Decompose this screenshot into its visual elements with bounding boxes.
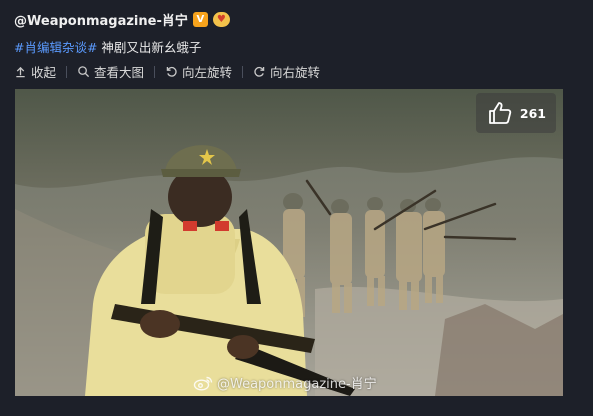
rotate-right-icon xyxy=(254,66,265,77)
post-content: #肖编辑杂谈# 神剧又出新幺蛾子 xyxy=(14,37,201,56)
post-header: @Weaponmagazine-肖宁 V ♥ xyxy=(14,10,230,29)
weibo-post: @Weaponmagazine-肖宁 V ♥ #肖编辑杂谈# 神剧又出新幺蛾子 … xyxy=(0,0,593,416)
rotate-right-label: 向右旋转 xyxy=(270,65,321,80)
fan-badge-icon: ♥ xyxy=(212,12,230,27)
image-watermark: @Weaponmagazine-肖宁 xyxy=(193,373,377,392)
like-badge[interactable]: 261 xyxy=(475,93,556,133)
divider xyxy=(242,65,244,78)
like-count: 261 xyxy=(519,105,546,121)
verified-badge: V xyxy=(192,12,208,27)
author-name[interactable]: @Weaponmagazine-肖宁 xyxy=(14,10,188,29)
view-large-button[interactable]: 查看大图 xyxy=(77,62,144,81)
rotate-left-label: 向左旋转 xyxy=(182,65,233,80)
post-image[interactable]: 261 @Weaponmagazine-肖宁 xyxy=(15,89,563,396)
rotate-left-button[interactable]: 向左旋转 xyxy=(165,62,232,81)
tv-drama-still xyxy=(15,89,563,396)
thumbs-up-icon xyxy=(489,102,512,124)
image-actions: 收起 查看大图 向左旋转 向右旋转 xyxy=(14,62,320,81)
collapse-button[interactable]: 收起 xyxy=(14,62,56,81)
watermark-text: @Weaponmagazine-肖宁 xyxy=(217,377,377,392)
weibo-logo-icon xyxy=(193,376,213,391)
post-text: 神剧又出新幺蛾子 xyxy=(97,40,202,55)
divider xyxy=(154,65,156,78)
rotate-right-button[interactable]: 向右旋转 xyxy=(253,62,320,81)
collapse-icon xyxy=(16,66,25,78)
view-large-label: 查看大图 xyxy=(94,65,145,80)
divider xyxy=(66,65,68,78)
collapse-label: 收起 xyxy=(31,65,57,80)
hashtag-link[interactable]: #肖编辑杂谈# xyxy=(14,40,97,55)
magnifier-icon xyxy=(78,66,90,78)
rotate-left-icon xyxy=(166,66,177,77)
